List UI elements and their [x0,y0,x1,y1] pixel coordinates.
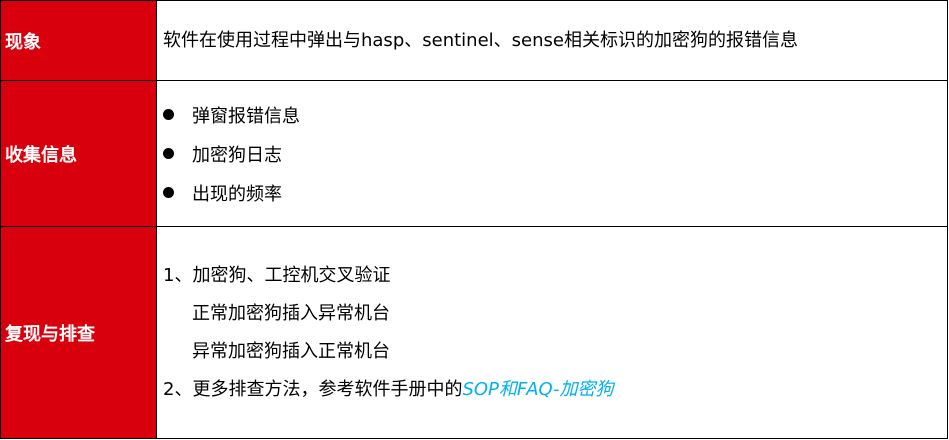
bullet-item: 出现的频率 [157,173,947,212]
header-phenomenon: 现象 [0,0,157,81]
phenomenon-text: 软件在使用过程中弹出与hasp、sentinel、sense相关标识的加密狗的报… [163,29,798,51]
bullet-item: 加密狗日志 [157,134,947,173]
header-collect-info: 收集信息 [0,80,157,227]
bullet-icon [163,187,174,198]
phenomenon-cell: 软件在使用过程中弹出与hasp、sentinel、sense相关标识的加密狗的报… [156,0,948,81]
header-reproduce: 复现与排查 [0,226,157,439]
collect-info-cell: 弹窗报错信息 加密狗日志 出现的频率 [156,80,948,227]
row-collect-info: 收集信息 弹窗报错信息 加密狗日志 出现的频率 [0,80,948,227]
step-2-text: 2、更多排查方法，参考软件手册中的 [163,378,463,400]
bullet-icon [163,148,174,159]
step-1: 1、加密狗、工控机交叉验证 [163,264,391,286]
step-2: 2、更多排查方法，参考软件手册中的SOP和FAQ-加密狗 [157,371,947,409]
bullet-text: 加密狗日志 [192,144,282,166]
bullet-icon [163,109,174,120]
bullet-text: 出现的频率 [192,183,282,205]
troubleshooting-table: 现象 软件在使用过程中弹出与hasp、sentinel、sense相关标识的加密… [0,0,948,439]
reproduce-cell: 1、加密狗、工控机交叉验证 正常加密狗插入异常机台 异常加密狗插入正常机台 2、… [156,226,948,439]
row-phenomenon: 现象 软件在使用过程中弹出与hasp、sentinel、sense相关标识的加密… [0,0,948,81]
bullet-item: 弹窗报错信息 [157,95,947,134]
sop-faq-link[interactable]: SOP和FAQ-加密狗 [462,379,613,400]
row-reproduce: 复现与排查 1、加密狗、工控机交叉验证 正常加密狗插入异常机台 异常加密狗插入正… [0,226,948,439]
step-1-sub-2: 异常加密狗插入正常机台 [192,340,390,362]
bullet-text: 弹窗报错信息 [192,105,300,127]
step-1-sub-1: 正常加密狗插入异常机台 [192,302,390,324]
